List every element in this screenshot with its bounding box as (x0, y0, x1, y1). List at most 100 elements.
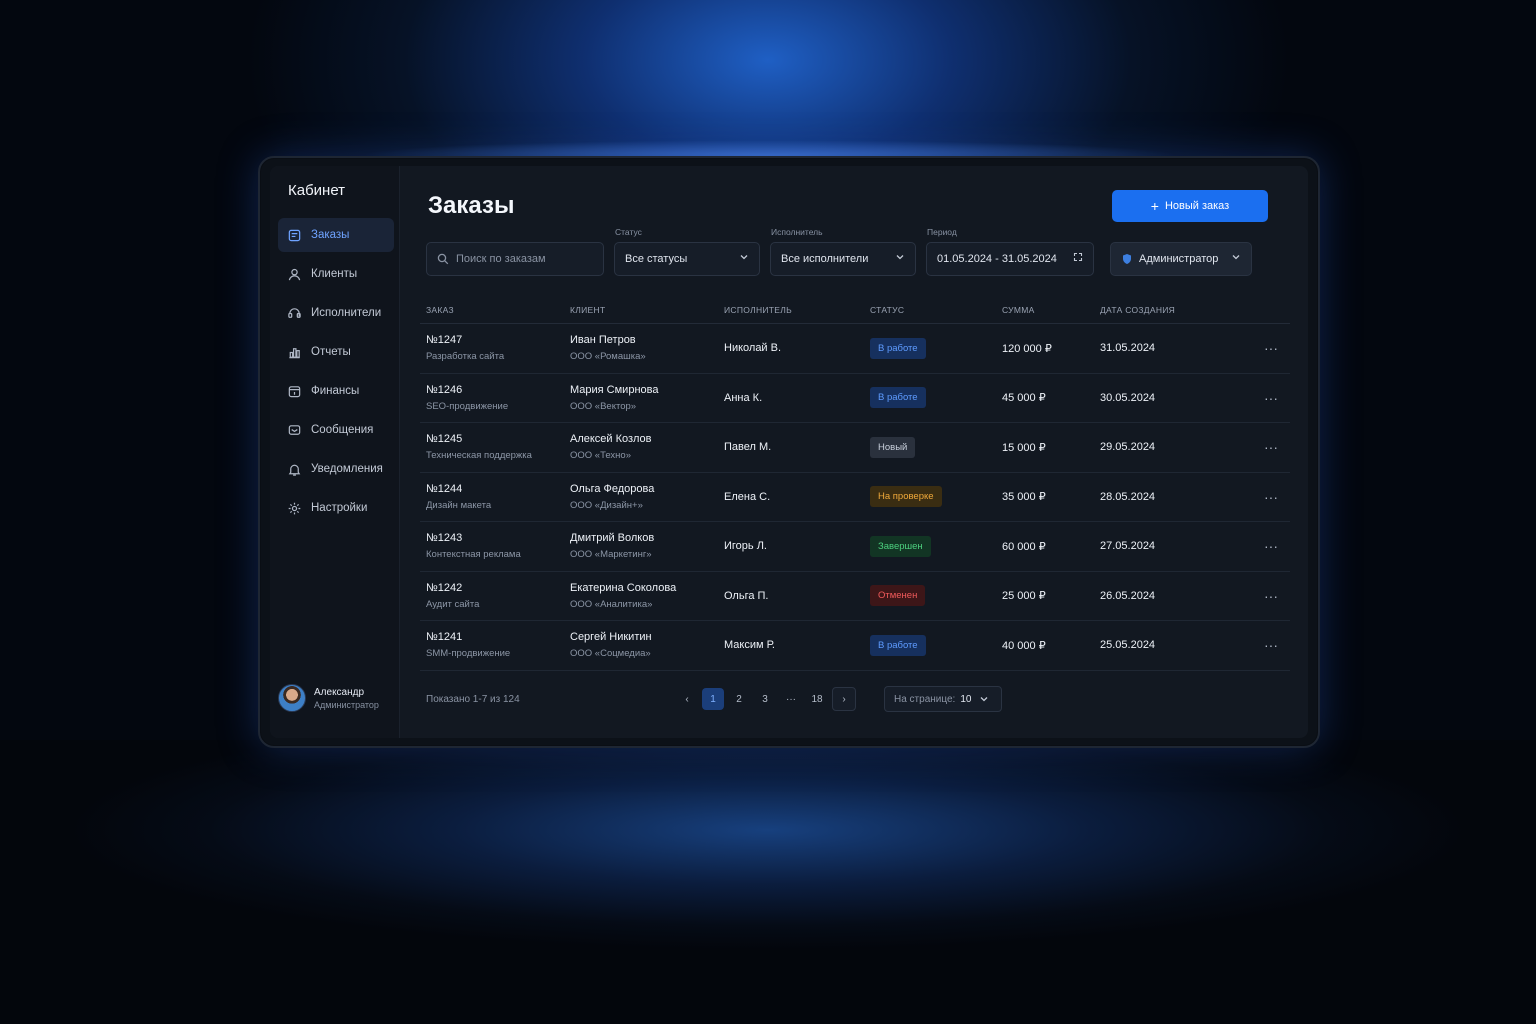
table-row[interactable]: №1245 Техническая поддержка Алексей Козлов… (420, 423, 1290, 473)
status-select[interactable]: Статус Все статусы (614, 227, 760, 276)
table-row[interactable]: №1243 Контекстная реклама Дмитрий Волков ОО… (420, 522, 1290, 572)
order-desc: SEO-продвижение (426, 400, 509, 412)
chevron-right-icon[interactable]: › (832, 687, 856, 711)
column-header[interactable]: ИСПОЛНИТЕЛЬ (724, 305, 870, 315)
sidebar-nav: Заказы Клиенты Исполнители Отчеты Финанс… (278, 218, 394, 530)
client-name: Мария Смирнова (570, 383, 659, 396)
column-header[interactable]: ДАТА СОЗДАНИЯ (1100, 305, 1238, 315)
more-icon[interactable]: ··· (1238, 340, 1278, 356)
order-id[interactable]: №1245 (426, 433, 570, 445)
status-badge: В работе (870, 634, 926, 656)
period-picker[interactable]: Период 01.05.2024 - 31.05.2024 (926, 227, 1094, 276)
page-button[interactable]: 18 (806, 688, 828, 710)
per-page-select[interactable]: На странице: 10 (884, 686, 1002, 712)
client-cell: Иван Петров ООО «Ромашка» (570, 334, 724, 362)
order-id[interactable]: №1242 (426, 582, 570, 594)
executor-cell: Анна К. (724, 391, 763, 404)
order-desc: Техническая поддержка (426, 450, 532, 462)
order-cell: №1241 SMM-продвижение (420, 631, 570, 659)
page-button[interactable]: 3 (754, 688, 776, 710)
search-placeholder: Поиск по заказам (456, 253, 546, 265)
more-icon[interactable]: ··· (1238, 439, 1278, 455)
sidebar-item-label: Заказы (311, 229, 350, 241)
bell-icon (286, 461, 302, 477)
client-name: Екатерина Соколова (570, 581, 677, 594)
background-floor (0, 740, 1536, 1024)
sidebar-item-label: Настройки (311, 502, 368, 514)
client-company: ООО «Дизайн+» (570, 499, 643, 511)
page-ellipsis: ··· (786, 693, 796, 705)
sidebar-item-clients[interactable]: Клиенты (278, 257, 394, 291)
amount-cell: 60 000 ₽ (1002, 540, 1046, 553)
date-cell: 28.05.2024 (1100, 490, 1156, 503)
orders-table: ЗАКАЗ КЛИЕНТ ИСПОЛНИТЕЛЬ СТАТУС СУММА ДА… (420, 296, 1290, 671)
finance-icon (286, 383, 302, 399)
new-order-button[interactable]: + Новый заказ (1112, 190, 1268, 222)
order-id[interactable]: №1243 (426, 532, 570, 544)
sidebar: Кабинет Заказы Клиенты Исполнители Отчет… (270, 166, 400, 738)
per-page-value: 10 (960, 693, 972, 705)
order-id[interactable]: №1244 (426, 483, 570, 495)
chevron-down-icon (980, 697, 988, 702)
column-header[interactable]: КЛИЕНТ (570, 305, 724, 315)
sidebar-item-notifications[interactable]: Уведомления (278, 452, 394, 486)
page-list: ‹ 1 2 3 ··· 18 › (676, 686, 860, 712)
period-label: Период (927, 227, 957, 237)
table-row[interactable]: №1242 Аудит сайта Екатерина Соколова ООО «А… (420, 572, 1290, 621)
status-label: Статус (615, 227, 642, 237)
role-select[interactable]: Администратор (1110, 242, 1252, 276)
status-value: Все статусы (625, 253, 688, 265)
client-name: Иван Петров (570, 334, 636, 347)
avatar (278, 684, 306, 712)
more-icon[interactable]: ··· (1238, 489, 1278, 505)
chevron-down-icon (1232, 255, 1240, 260)
status-cell: Завершен (870, 535, 1002, 557)
page-button[interactable]: 2 (728, 688, 750, 710)
client-cell: Мария Смирнова ООО «Вектор» (570, 384, 724, 412)
sidebar-item-executors[interactable]: Исполнители (278, 296, 394, 330)
more-icon[interactable]: ··· (1238, 588, 1278, 604)
order-id[interactable]: №1241 (426, 631, 570, 643)
column-header[interactable]: СТАТУС (870, 305, 1002, 315)
order-desc: SMM-продвижение (426, 648, 511, 660)
client-cell: Ольга Федорова ООО «Дизайн+» (570, 483, 724, 511)
table-header: ЗАКАЗ КЛИЕНТ ИСПОЛНИТЕЛЬ СТАТУС СУММА ДА… (420, 296, 1290, 324)
page-button[interactable]: 1 (702, 688, 724, 710)
reports-icon (286, 344, 302, 360)
executor-cell: Елена С. (724, 490, 771, 503)
more-icon[interactable]: ··· (1238, 538, 1278, 554)
order-desc: Разработка сайта (426, 351, 505, 363)
status-badge: В работе (870, 387, 926, 409)
status-cell: Новый (870, 436, 1002, 458)
sidebar-item-label: Исполнители (311, 307, 382, 319)
date-cell: 31.05.2024 (1100, 342, 1156, 355)
executor-select[interactable]: Исполнитель Все исполнители (770, 227, 916, 276)
more-icon[interactable]: ··· (1238, 390, 1278, 406)
chevron-left-icon[interactable]: ‹ (676, 688, 698, 710)
date-cell: 26.05.2024 (1100, 589, 1156, 602)
main-content: Заказы + Новый заказ Поиск по заказам Ст… (400, 166, 1308, 738)
more-icon[interactable]: ··· (1238, 637, 1278, 653)
search-input[interactable]: Поиск по заказам (426, 242, 604, 276)
order-id[interactable]: №1246 (426, 384, 570, 396)
table-row[interactable]: №1241 SMM-продвижение Сергей Никитин ООО «С… (420, 621, 1290, 671)
user-name: Александр (314, 686, 365, 698)
search-icon (437, 253, 449, 265)
user-profile[interactable]: Александр Администратор (278, 684, 379, 712)
sidebar-item-orders[interactable]: Заказы (278, 218, 394, 252)
table-row[interactable]: №1244 Дизайн макета Ольга Федорова ООО «Диз… (420, 473, 1290, 522)
status-cell: В работе (870, 634, 1002, 656)
sidebar-item-messages[interactable]: Сообщения (278, 413, 394, 447)
new-order-label: Новый заказ (1164, 200, 1230, 212)
table-row[interactable]: №1247 Разработка сайта Иван Петров ООО «Ром… (420, 324, 1290, 374)
order-cell: №1245 Техническая поддержка (420, 433, 570, 461)
column-header[interactable]: ЗАКАЗ (420, 305, 570, 315)
order-id[interactable]: №1247 (426, 334, 570, 346)
client-company: ООО «Ромашка» (570, 351, 646, 363)
pagination-info: Показано 1-7 из 124 (426, 694, 520, 705)
column-header[interactable]: СУММА (1002, 305, 1100, 315)
sidebar-item-reports[interactable]: Отчеты (278, 335, 394, 369)
sidebar-item-settings[interactable]: Настройки (278, 491, 394, 525)
table-row[interactable]: №1246 SEO-продвижение Мария Смирнова ООО «В… (420, 374, 1290, 423)
sidebar-item-finance[interactable]: Финансы (278, 374, 394, 408)
